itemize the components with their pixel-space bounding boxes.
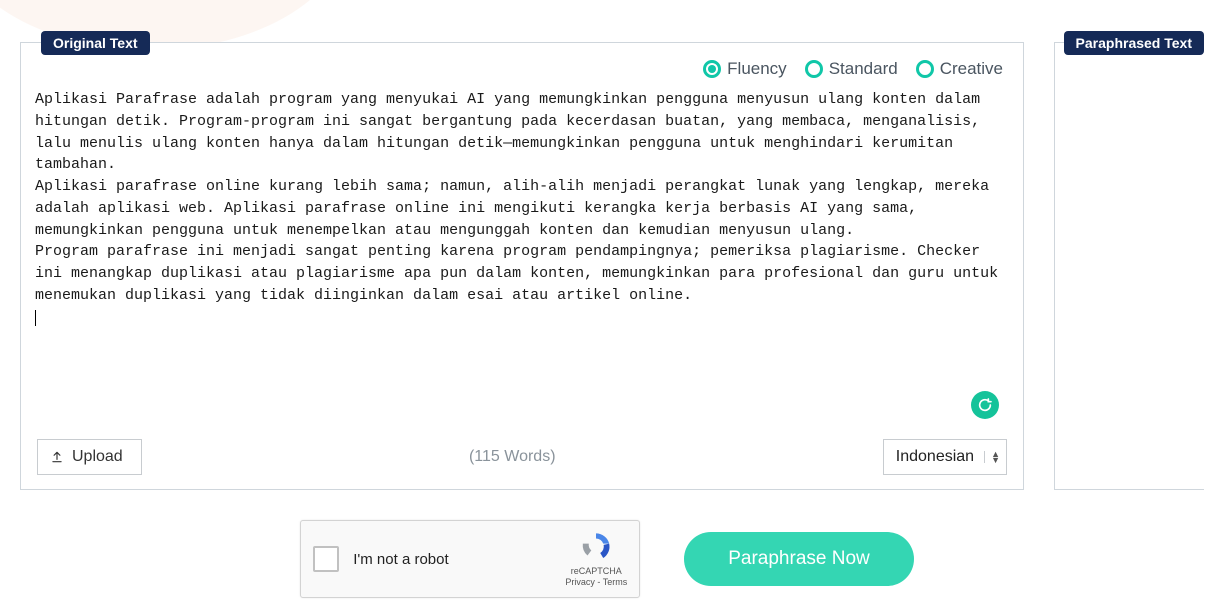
upload-button[interactable]: Upload bbox=[37, 439, 142, 475]
mode-standard-label: Standard bbox=[829, 59, 898, 79]
recaptcha-branding: reCAPTCHA Privacy - Terms bbox=[565, 530, 627, 588]
mode-fluency[interactable]: Fluency bbox=[703, 59, 787, 79]
text-cursor bbox=[35, 310, 36, 326]
mode-creative[interactable]: Creative bbox=[916, 59, 1003, 79]
paraphrased-text-panel: Paraphrased Text bbox=[1054, 42, 1204, 490]
panels-row: Original Text Fluency Standard Creative … bbox=[0, 0, 1214, 490]
recaptcha-brand: reCAPTCHA bbox=[565, 566, 627, 577]
stepper-arrows-icon: ▲▼ bbox=[984, 451, 1000, 463]
paraphrased-text-label: Paraphrased Text bbox=[1064, 31, 1204, 55]
recaptcha-logo-icon bbox=[579, 530, 613, 564]
recaptcha-label: I'm not a robot bbox=[353, 551, 448, 568]
panel-footer: Upload (115 Words) Indonesian ▲▼ bbox=[21, 429, 1023, 489]
upload-label: Upload bbox=[72, 448, 123, 466]
language-value: Indonesian bbox=[896, 448, 974, 466]
recaptcha-widget: I'm not a robot reCAPTCHA Privacy - Term… bbox=[300, 520, 640, 598]
mode-creative-label: Creative bbox=[940, 59, 1003, 79]
paraphrase-now-button[interactable]: Paraphrase Now bbox=[684, 532, 914, 586]
action-row: I'm not a robot reCAPTCHA Privacy - Term… bbox=[0, 520, 1214, 598]
radio-selected-icon bbox=[703, 60, 721, 78]
word-count: (115 Words) bbox=[469, 448, 556, 466]
original-text-content: Aplikasi Parafrase adalah program yang m… bbox=[35, 91, 1007, 304]
radio-unselected-icon bbox=[916, 60, 934, 78]
radio-unselected-icon bbox=[805, 60, 823, 78]
recaptcha-checkbox[interactable] bbox=[313, 546, 339, 572]
original-text-label: Original Text bbox=[41, 31, 150, 55]
recaptcha-terms-link[interactable]: Terms bbox=[603, 577, 628, 587]
original-text-input[interactable]: Aplikasi Parafrase adalah program yang m… bbox=[21, 85, 1023, 429]
mode-standard[interactable]: Standard bbox=[805, 59, 898, 79]
mode-selector: Fluency Standard Creative bbox=[21, 43, 1023, 85]
recaptcha-privacy-link[interactable]: Privacy bbox=[565, 577, 595, 587]
upload-icon bbox=[50, 450, 64, 464]
mode-fluency-label: Fluency bbox=[727, 59, 787, 79]
grammarly-icon[interactable] bbox=[971, 391, 999, 419]
original-text-panel: Original Text Fluency Standard Creative … bbox=[20, 42, 1024, 490]
language-select[interactable]: Indonesian ▲▼ bbox=[883, 439, 1007, 475]
